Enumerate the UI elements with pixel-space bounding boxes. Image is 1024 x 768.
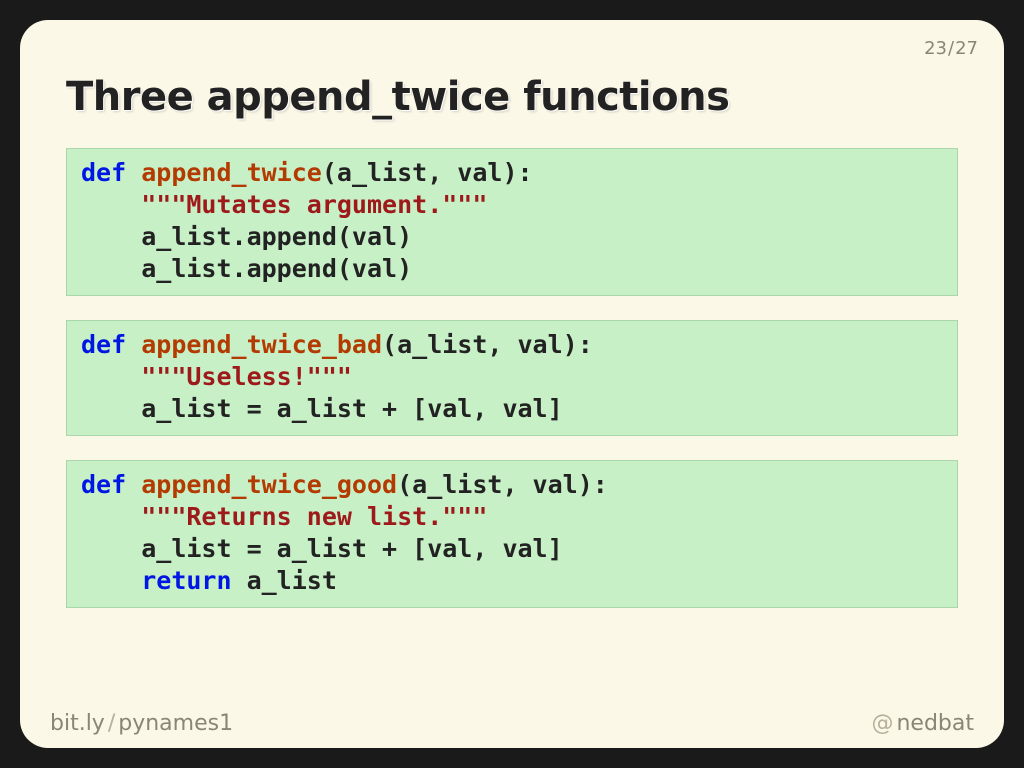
page-current: 23 [924,38,947,59]
func-signature: (a_list, val): [322,158,533,187]
keyword-def: def [81,158,126,187]
docstring: """Returns new list.""" [141,502,487,531]
link-separator: / [105,711,118,736]
code-line: a_list = a_list + [val, val] [141,534,562,563]
docstring: """Useless!""" [141,362,352,391]
page-counter: 23/27 [924,38,978,59]
func-name: append_twice_bad [141,330,382,359]
page-separator: / [947,38,955,59]
code-block-3: def append_twice_good(a_list, val): """R… [66,460,958,608]
code-line: a_list = a_list + [val, val] [141,394,562,423]
keyword-return: return [141,566,231,595]
return-value: a_list [232,566,337,595]
page-total: 27 [955,38,978,59]
keyword-def: def [81,330,126,359]
slide-footer: bit.ly/pynames1 @nedbat [20,702,1004,748]
code-block-1: def append_twice(a_list, val): """Mutate… [66,148,958,296]
code-line: a_list.append(val) [141,222,412,251]
footer-link: bit.ly/pynames1 [50,711,233,736]
func-signature: (a_list, val): [382,330,593,359]
handle-text: nedbat [896,711,974,736]
code-line: a_list.append(val) [141,254,412,283]
slide: 23/27 Three append_twice functions def a… [20,20,1004,748]
slide-title: Three append_twice functions [66,74,958,120]
footer-handle: @nedbat [868,711,974,736]
keyword-def: def [81,470,126,499]
func-signature: (a_list, val): [397,470,608,499]
link-host: bit.ly [50,711,105,736]
func-name: append_twice [141,158,322,187]
code-block-2: def append_twice_bad(a_list, val): """Us… [66,320,958,436]
func-name: append_twice_good [141,470,397,499]
link-path: pynames1 [118,711,233,736]
docstring: """Mutates argument.""" [141,190,487,219]
at-sign: @ [868,711,896,736]
